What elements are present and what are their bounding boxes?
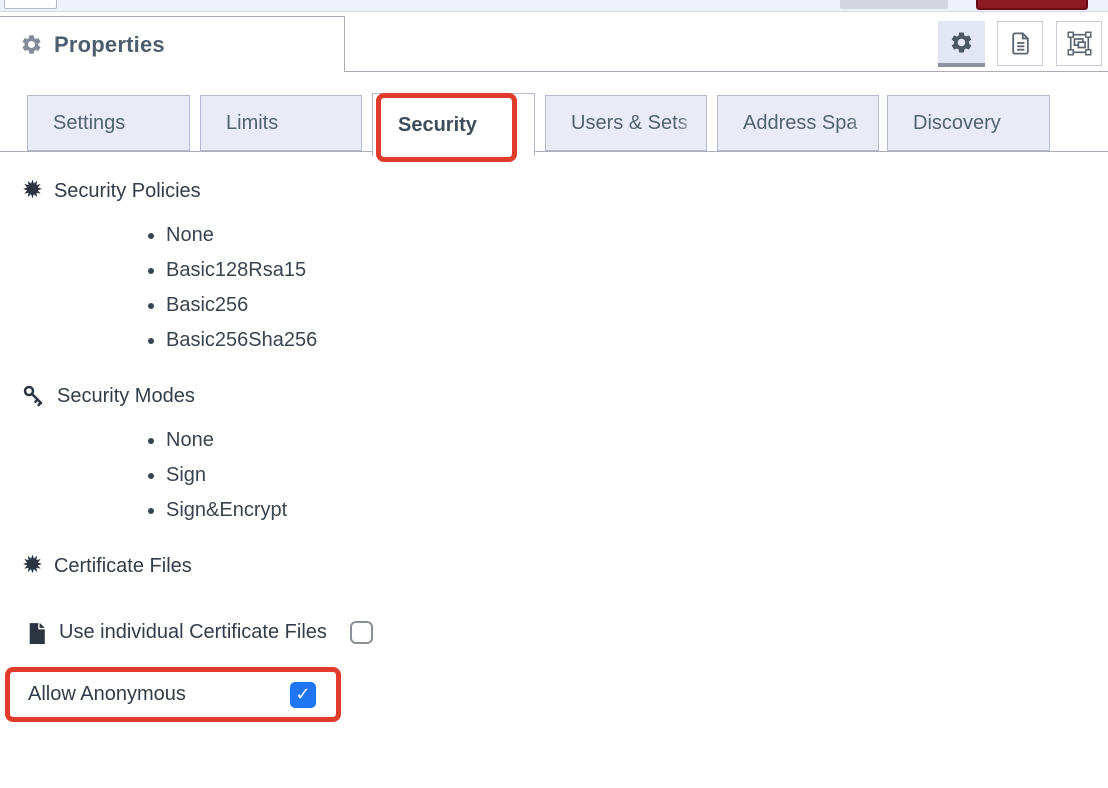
- cutoff-button-red[interactable]: [976, 0, 1088, 10]
- list-item: None: [166, 423, 287, 458]
- gear-icon: [949, 30, 974, 55]
- header-divider: [345, 71, 1108, 72]
- list-item: Sign&Encrypt: [166, 493, 287, 528]
- checkbox-label: Use individual Certificate Files: [59, 621, 327, 644]
- object-select-view-button[interactable]: [1056, 21, 1102, 66]
- document-icon: [1007, 30, 1034, 57]
- document-view-button[interactable]: [997, 21, 1043, 66]
- section-title: Security Modes: [57, 385, 195, 408]
- properties-panel-tab[interactable]: Properties: [0, 16, 345, 72]
- tab-label: Security: [398, 114, 477, 137]
- tab-limits[interactable]: Limits: [200, 95, 362, 151]
- top-toolbar-cutoff: [0, 0, 1108, 12]
- tab-settings[interactable]: Settings: [27, 95, 190, 151]
- checkmark-icon: ✓: [295, 684, 310, 705]
- tabbar-divider: [0, 151, 1108, 152]
- seal-icon: ✹: [22, 553, 43, 578]
- tab-security[interactable]: Security: [372, 93, 535, 156]
- row-allow-anonymous: Allow Anonymous: [10, 672, 336, 717]
- selection-frame-icon: [1066, 30, 1093, 57]
- list-item: Sign: [166, 458, 287, 493]
- tab-label: Discovery: [913, 112, 1001, 135]
- tab-label-fade: [849, 97, 877, 149]
- checkbox-label: Allow Anonymous: [28, 683, 186, 706]
- security-policies-list: None Basic128Rsa15 Basic256 Basic256Sha2…: [148, 218, 317, 358]
- header-bar: Properties: [0, 12, 1108, 72]
- section-title: Certificate Files: [54, 555, 192, 578]
- list-item: Basic128Rsa15: [166, 253, 317, 288]
- row-use-individual-certificate-files: Use individual Certificate Files: [25, 615, 373, 649]
- list-item: None: [166, 218, 317, 253]
- section-title: Security Policies: [54, 180, 201, 203]
- cutoff-button-left[interactable]: [4, 0, 57, 9]
- key-icon: [22, 384, 46, 408]
- page-title: Properties: [54, 32, 165, 58]
- section-security-modes: Security Modes: [22, 382, 195, 410]
- tab-label-fade: [677, 97, 705, 149]
- gear-icon: [20, 33, 43, 56]
- tab-label: Settings: [53, 112, 125, 135]
- cutoff-button-gray[interactable]: [840, 0, 948, 9]
- list-item: Basic256Sha256: [166, 323, 317, 358]
- properties-view-button[interactable]: [938, 21, 985, 67]
- tab-address-space[interactable]: Address Spa: [717, 95, 879, 151]
- tab-label: Address Spa: [743, 112, 858, 135]
- file-icon: [25, 620, 50, 645]
- highlight-box-allow-anonymous: Allow Anonymous ✓: [5, 667, 341, 722]
- allow-anonymous-checkbox[interactable]: ✓: [290, 682, 316, 708]
- section-certificate-files: ✹ Certificate Files: [22, 552, 192, 580]
- use-individual-certificate-files-checkbox[interactable]: [350, 621, 373, 644]
- tab-discovery[interactable]: Discovery: [887, 95, 1050, 151]
- list-item: Basic256: [166, 288, 317, 323]
- tab-users-and-sets[interactable]: Users & Sets: [545, 95, 707, 151]
- section-security-policies: ✹ Security Policies: [22, 177, 201, 205]
- properties-panel: Properties: [0, 0, 1108, 788]
- tab-label: Limits: [226, 112, 278, 135]
- security-modes-list: None Sign Sign&Encrypt: [148, 423, 287, 528]
- tab-label: Users & Sets: [571, 112, 688, 135]
- seal-icon: ✹: [22, 178, 43, 203]
